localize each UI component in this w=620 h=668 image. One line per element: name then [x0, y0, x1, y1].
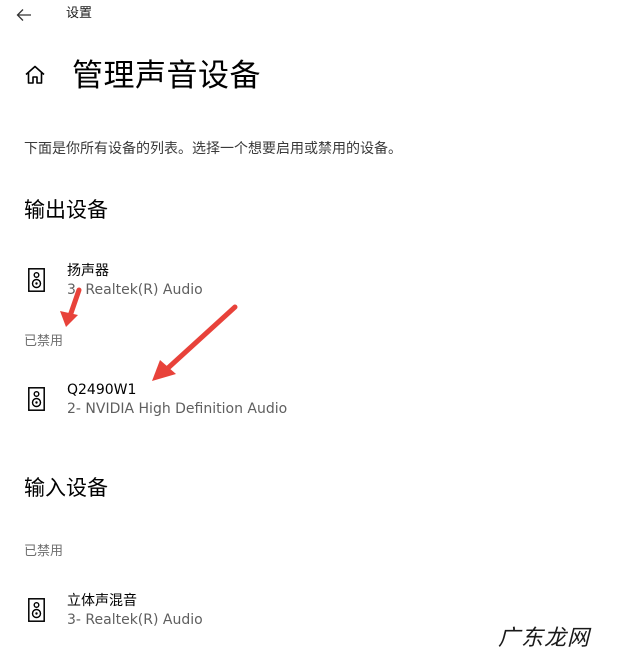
- back-button[interactable]: [8, 2, 40, 28]
- speaker-icon: [28, 268, 45, 292]
- annotation-arrows: [60, 287, 238, 381]
- output-disabled-label: 已禁用: [24, 334, 64, 349]
- input-device-stereo-mix[interactable]: 立体声混音 3- Realtek(R) Audio: [24, 592, 384, 636]
- home-icon: [25, 65, 45, 84]
- device-name: 立体声混音: [67, 593, 137, 609]
- device-driver: 2- NVIDIA High Definition Audio: [67, 401, 288, 417]
- output-device-q2490w1[interactable]: Q2490W1 2- NVIDIA High Definition Audio: [24, 381, 384, 425]
- device-name: 扬声器: [67, 263, 109, 279]
- speaker-icon: [28, 387, 45, 411]
- page-title: 管理声音设备: [72, 58, 261, 94]
- device-name: Q2490W1: [67, 382, 137, 398]
- output-devices-heading: 输出设备: [24, 198, 108, 222]
- input-devices-heading: 输入设备: [24, 476, 108, 500]
- output-device-speaker[interactable]: 扬声器 3- Realtek(R) Audio: [24, 262, 384, 306]
- window-title: 设置: [66, 6, 93, 21]
- back-arrow-icon: [16, 9, 31, 21]
- annotation-arrow: [152, 304, 238, 381]
- device-driver: 3- Realtek(R) Audio: [67, 282, 203, 298]
- input-disabled-label: 已禁用: [24, 544, 64, 559]
- device-driver: 3- Realtek(R) Audio: [67, 612, 203, 628]
- page-description: 下面是你所有设备的列表。选择一个想要启用或禁用的设备。: [24, 141, 402, 157]
- speaker-icon: [28, 598, 45, 622]
- watermark: 广东龙网: [497, 626, 590, 651]
